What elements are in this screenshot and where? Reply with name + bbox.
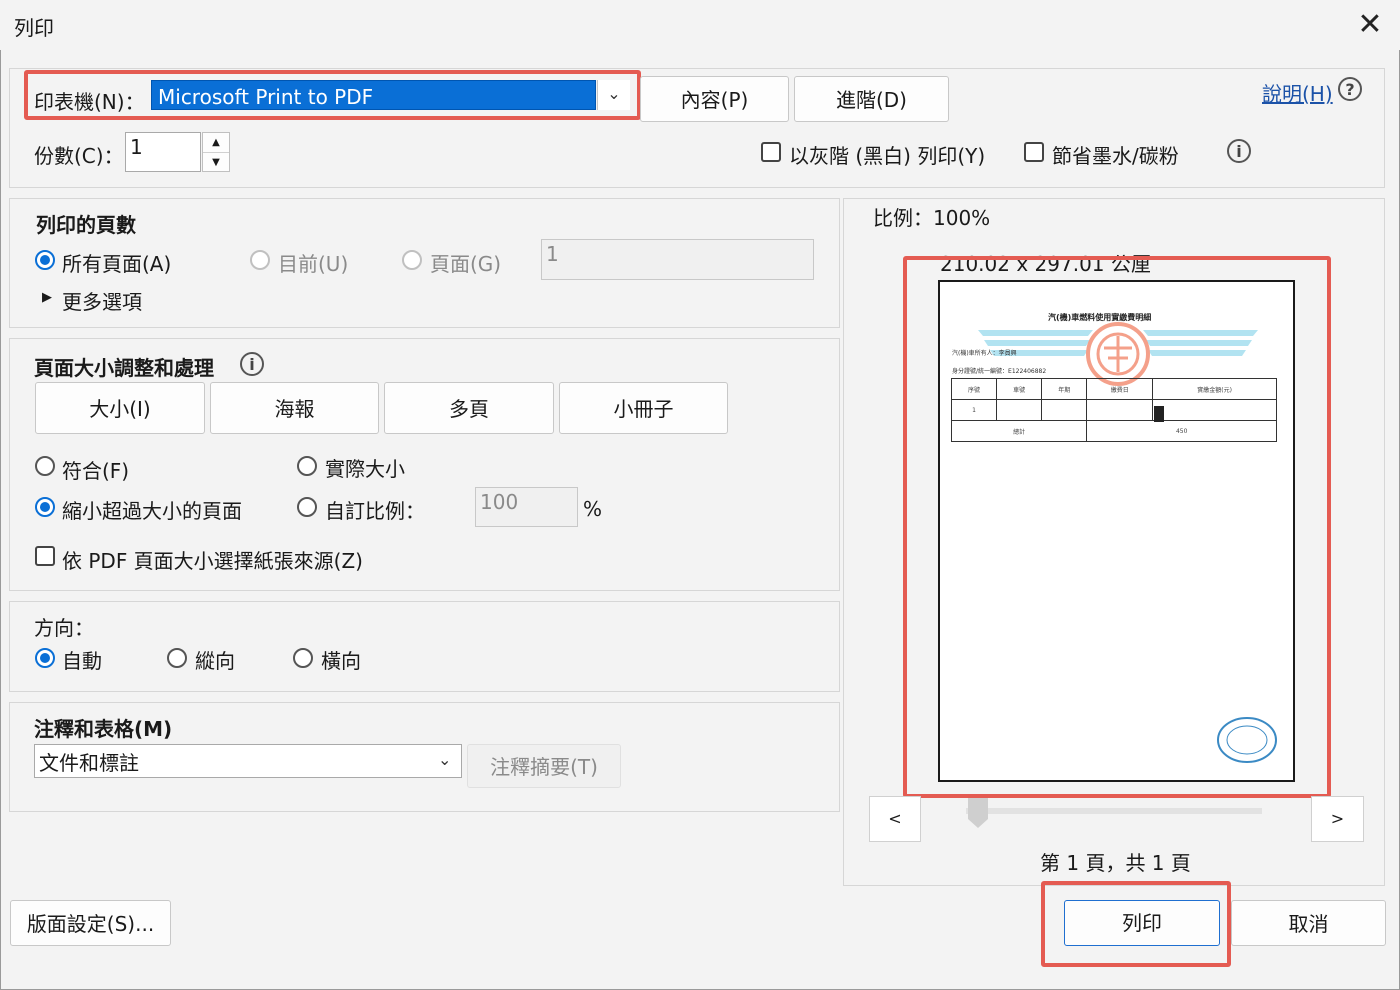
grayscale-checkbox[interactable] xyxy=(761,142,781,162)
tab-multiple[interactable]: 多頁 xyxy=(384,382,554,434)
radio-auto[interactable] xyxy=(35,648,55,668)
expand-triangle-icon[interactable]: ▶ xyxy=(42,290,52,305)
info-icon[interactable]: i xyxy=(240,352,264,376)
stepper-up-icon[interactable]: ▲ xyxy=(203,133,229,153)
orientation-group xyxy=(9,601,840,692)
radio-landscape[interactable] xyxy=(293,648,313,668)
help-link[interactable]: 說明(H) xyxy=(1262,78,1333,107)
page-setup-button[interactable]: 版面設定(S)... xyxy=(10,900,171,946)
all-pages-label: 所有頁面(A) xyxy=(62,252,172,276)
grayscale-label: 以灰階 (黑白) 列印(Y) xyxy=(789,144,986,168)
copies-label: 份數(C)： xyxy=(34,144,124,168)
shrink-label: 縮小超過大小的頁面 xyxy=(62,499,242,523)
landscape-label: 橫向 xyxy=(321,649,361,673)
cancel-button[interactable]: 取消 xyxy=(1231,900,1386,946)
comments-select[interactable]: 文件和標註 xyxy=(34,744,462,778)
more-options-label[interactable]: 更多選項 xyxy=(62,286,142,315)
comments-heading: 注釋和表格(M) xyxy=(34,717,173,741)
page-sizing-heading: 頁面大小調整和處理 xyxy=(34,356,214,380)
title-bar xyxy=(0,0,1400,50)
copies-stepper[interactable]: ▲ ▼ xyxy=(202,132,230,172)
info-icon[interactable]: i xyxy=(1227,139,1251,163)
radio-current-page[interactable] xyxy=(250,250,270,270)
radio-portrait[interactable] xyxy=(167,648,187,668)
tab-size[interactable]: 大小(I) xyxy=(35,382,205,434)
next-page-button[interactable]: > xyxy=(1311,796,1364,842)
radio-page-range[interactable] xyxy=(402,250,422,270)
tab-booklet[interactable]: 小冊子 xyxy=(559,382,728,434)
page-slider-track[interactable] xyxy=(966,808,1262,814)
current-page-label: 目前(U) xyxy=(278,252,349,276)
page-range-input[interactable]: 1 xyxy=(541,239,814,280)
chevron-down-icon[interactable]: ⌄ xyxy=(438,750,451,769)
scale-readout: 比例：100% xyxy=(873,206,991,230)
advanced-button[interactable]: 進階(D) xyxy=(794,76,949,122)
properties-button[interactable]: 內容(P) xyxy=(640,76,789,122)
help-icon[interactable]: ? xyxy=(1338,77,1362,101)
radio-custom-scale[interactable] xyxy=(297,497,317,517)
page-range-label: 頁面(G) xyxy=(430,252,502,276)
fit-label: 符合(F) xyxy=(62,459,130,483)
percent-label: % xyxy=(583,497,603,521)
choose-paper-checkbox[interactable] xyxy=(35,546,55,566)
radio-actual-size[interactable] xyxy=(297,456,317,476)
actual-size-label: 實際大小 xyxy=(325,457,405,481)
radio-fit[interactable] xyxy=(35,456,55,476)
save-ink-label: 節省墨水/碳粉 xyxy=(1052,144,1179,168)
custom-scale-label: 自訂比例： xyxy=(325,499,425,523)
auto-label: 自動 xyxy=(62,649,102,673)
radio-shrink[interactable] xyxy=(35,497,55,517)
choose-paper-label: 依 PDF 頁面大小選擇紙張來源(Z) xyxy=(62,549,363,573)
scale-input[interactable]: 100 xyxy=(475,487,578,527)
save-ink-checkbox[interactable] xyxy=(1024,142,1044,162)
portrait-label: 縱向 xyxy=(195,649,235,673)
highlight-printer xyxy=(24,70,641,120)
highlight-preview xyxy=(903,256,1331,798)
page-status: 第 1 頁，共 1 頁 xyxy=(1040,851,1191,875)
window-title: 列印 xyxy=(14,16,54,40)
copies-input[interactable]: 1 xyxy=(125,132,201,172)
stepper-down-icon[interactable]: ▼ xyxy=(203,153,229,172)
close-icon[interactable]: ✕ xyxy=(1352,8,1388,44)
highlight-print xyxy=(1041,881,1231,967)
radio-all-pages[interactable] xyxy=(35,250,55,270)
prev-page-button[interactable]: < xyxy=(869,796,921,842)
tab-poster[interactable]: 海報 xyxy=(210,382,379,434)
comment-summary-button[interactable]: 注釋摘要(T) xyxy=(467,744,621,788)
orientation-heading: 方向： xyxy=(34,616,94,640)
pages-heading: 列印的頁數 xyxy=(36,213,136,237)
